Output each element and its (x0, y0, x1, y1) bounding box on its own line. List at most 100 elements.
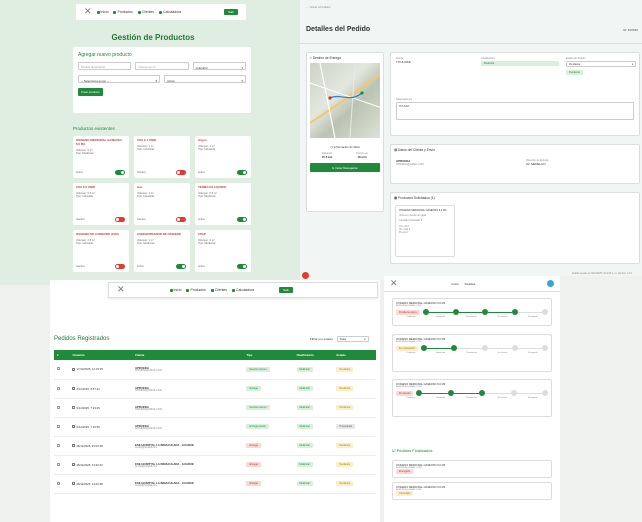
order-status-select[interactable]: Pendiente ▾ (566, 61, 636, 67)
filter-label: Filtrar por estado: (310, 337, 334, 341)
product-status-toggle[interactable] (237, 264, 247, 269)
nav-pedidos[interactable]: Pedidos (465, 282, 476, 286)
row-checkbox[interactable] (57, 424, 60, 428)
calendar-icon (72, 482, 76, 486)
row-checkbox[interactable] (57, 367, 60, 371)
client-shipping-card: ▤ Datos del Cliente y Envío APRUEDA APRUE… (390, 144, 640, 184)
type-badge: Entrega (246, 386, 261, 391)
status-filter: Filtrar por estado: Todos ▾ (310, 336, 369, 342)
notification-badge[interactable] (302, 272, 309, 279)
tracking-order[interactable]: OXIGENO MEDICINAL GASEOSO 6,0 M3 APRUEDA… (392, 334, 552, 372)
nav-clientes[interactable]: Clientes (137, 10, 154, 14)
calendar-icon (72, 406, 76, 410)
progress-bar (518, 311, 542, 313)
product-status-toggle[interactable] (237, 217, 247, 222)
product-type: Tipo: Industrial (76, 194, 93, 198)
route-info-title: ◷ Información de Ruta (330, 145, 360, 149)
step-label: Aprobado (436, 316, 446, 318)
finished-order[interactable]: OXIGENO MEDICINAL GASEOSO 6,0 M3 APRUEDA… (392, 460, 552, 478)
step-label: Aprobado (436, 352, 446, 354)
nav-inicio[interactable]: Inicio (452, 282, 459, 286)
observations-textarea[interactable]: PRUEBA (396, 102, 634, 120)
nav-productos[interactable]: Productos (113, 10, 133, 14)
column-header: Estado (333, 350, 376, 360)
product-name-input[interactable]: Nombre del producto (78, 62, 132, 70)
status-badge: Procesando (336, 424, 356, 429)
product-status-toggle[interactable] (115, 264, 125, 269)
tracking-order[interactable]: OXIGENO MEDICINAL GASEOSO 6,0 M3 APRUEDA… (392, 379, 552, 417)
delivery-map[interactable] (310, 63, 380, 138)
table-row[interactable]: 28/11/2025, 15:00:48 ESE HOSPITAL LA INM… (54, 436, 376, 456)
row-checkbox[interactable] (57, 443, 60, 447)
nav-clientes[interactable]: Clientes (210, 288, 227, 292)
status-badge: Pendiente (336, 462, 354, 467)
classification-badge: Medicinal (296, 481, 313, 486)
nav-inicio[interactable]: Inicio (96, 10, 108, 14)
type-select[interactable]: Industrial ▾ (192, 62, 246, 70)
product-type: Tipo: Medicinal (76, 151, 94, 155)
client-name: APRUEDA (135, 404, 149, 409)
filter-select[interactable]: Todos ▾ (336, 336, 369, 342)
tracking-order-email: APRUEDA@GMAIL.COM (396, 341, 422, 343)
avatar[interactable] (547, 280, 554, 287)
row-checkbox[interactable] (57, 481, 60, 485)
category-select[interactable]: -- Selecciona grupo -- ▾ (78, 75, 160, 83)
logout-button[interactable]: Salir (279, 287, 294, 293)
step-label: Preparación (466, 352, 477, 354)
nav-inicio[interactable]: Inicio (169, 288, 181, 292)
product-card: CO2 X 1 UNID Volumen: 1 m³ Tipo: Industr… (134, 136, 190, 178)
logout-button[interactable]: Salir (223, 9, 238, 15)
classification-badge: Medicinal (296, 405, 313, 410)
product-card: OXIGENO DE CARBONO (CO2) Volumen: 2.5 m³… (73, 230, 129, 272)
create-product-button[interactable]: Crear producto (78, 88, 103, 96)
observations-label: Observaciones (396, 98, 412, 101)
tracking-status-badge: En preparación (396, 345, 419, 351)
status-select[interactable]: Activo ▾ (164, 75, 246, 83)
status-cell: Pendiente (333, 436, 376, 456)
product-card: CO2 X 5 UNID Volumen: 5.5 m³ Tipo: Indus… (73, 183, 129, 225)
calendar-icon (72, 463, 76, 467)
progress-bar (422, 392, 448, 394)
users-icon (210, 288, 214, 292)
tracking-order[interactable]: OXIGENO MEDICINAL GASEOSO 6,0 M3 APRUEDA… (392, 298, 552, 326)
product-status-toggle[interactable] (237, 170, 247, 175)
nav-calculadora[interactable]: Calculadora (232, 288, 254, 292)
product-status-toggle[interactable] (115, 170, 125, 175)
created-date: 17/12/2025, 14:15:35 (76, 367, 103, 372)
product-status-toggle[interactable] (115, 217, 125, 222)
table-row[interactable]: 6/12/2025, 8:57:41 APRUEDA APRUEDA@GMAIL.… (54, 379, 376, 399)
type-badge: Entrega (246, 462, 261, 467)
client-cell: APRUEDA APRUEDA@GMAIL.COM (132, 379, 244, 399)
type-cell: Entrega (243, 436, 294, 456)
row-checkbox[interactable] (57, 405, 60, 409)
time-value: 18 min (357, 155, 367, 159)
table-row[interactable]: 28/11/2025, 14:30:43 ESE HOSPITAL LA INM… (54, 455, 376, 475)
client-name: ESE HOSPITAL LA INMACULADA - GUADUE (135, 480, 194, 485)
volume-input[interactable]: Volumen en m³ (135, 62, 189, 70)
created-cell: 6/12/2025, 7:23:25 (69, 398, 133, 418)
table-row[interactable]: 6/12/2025, 7:23:25 APRUEDA APRUEDA@GMAIL.… (54, 398, 376, 418)
product-name: CONCENTRADOR DE OXIGENO (137, 232, 182, 236)
add-product-form: Agregar nuevo producto Nombre del produc… (73, 47, 251, 113)
row-checkbox[interactable] (57, 462, 60, 466)
progress-labels: Pendiente Aprobado Preparación En tránsito E… (396, 316, 548, 318)
product-status-toggle[interactable] (176, 264, 186, 269)
requested-product-volume: Volumen: Desde de cajas (399, 214, 427, 217)
product-type: Tipo: Medicinal (198, 194, 216, 198)
row-checkbox[interactable] (57, 386, 60, 390)
table-row[interactable]: 28/11/2025, 14:22:38 ESE HOSPITAL LA INM… (54, 474, 376, 494)
products-list-title: Productos existentes (73, 126, 115, 131)
nav-calculadora[interactable]: Calculadora (159, 10, 181, 14)
table-row[interactable]: 6/12/2025, 7:16:56 APRUEDA APRUEDA@GMAIL.… (54, 417, 376, 437)
page-title: Pedidos Registrados (54, 336, 110, 342)
start-navigation-button[interactable]: ➤ Iniciar Navegación (310, 163, 380, 172)
progress-bar (458, 311, 483, 313)
row-select-cell (54, 398, 70, 418)
finished-order[interactable]: OXIGENO MEDICINAL GASEOSO 6,0 M3 APRUEDA… (392, 482, 552, 500)
product-status-toggle[interactable] (176, 217, 186, 222)
back-link[interactable]: ← Volver a Pedidos (306, 5, 331, 9)
nav-productos[interactable]: Productos (186, 288, 206, 292)
finished-status-badge: Cancelado (396, 491, 414, 496)
product-status-toggle[interactable] (176, 170, 186, 175)
table-row[interactable]: 17/12/2025, 14:15:35 APRUEDA APRUEDA@GMAI… (54, 360, 376, 380)
